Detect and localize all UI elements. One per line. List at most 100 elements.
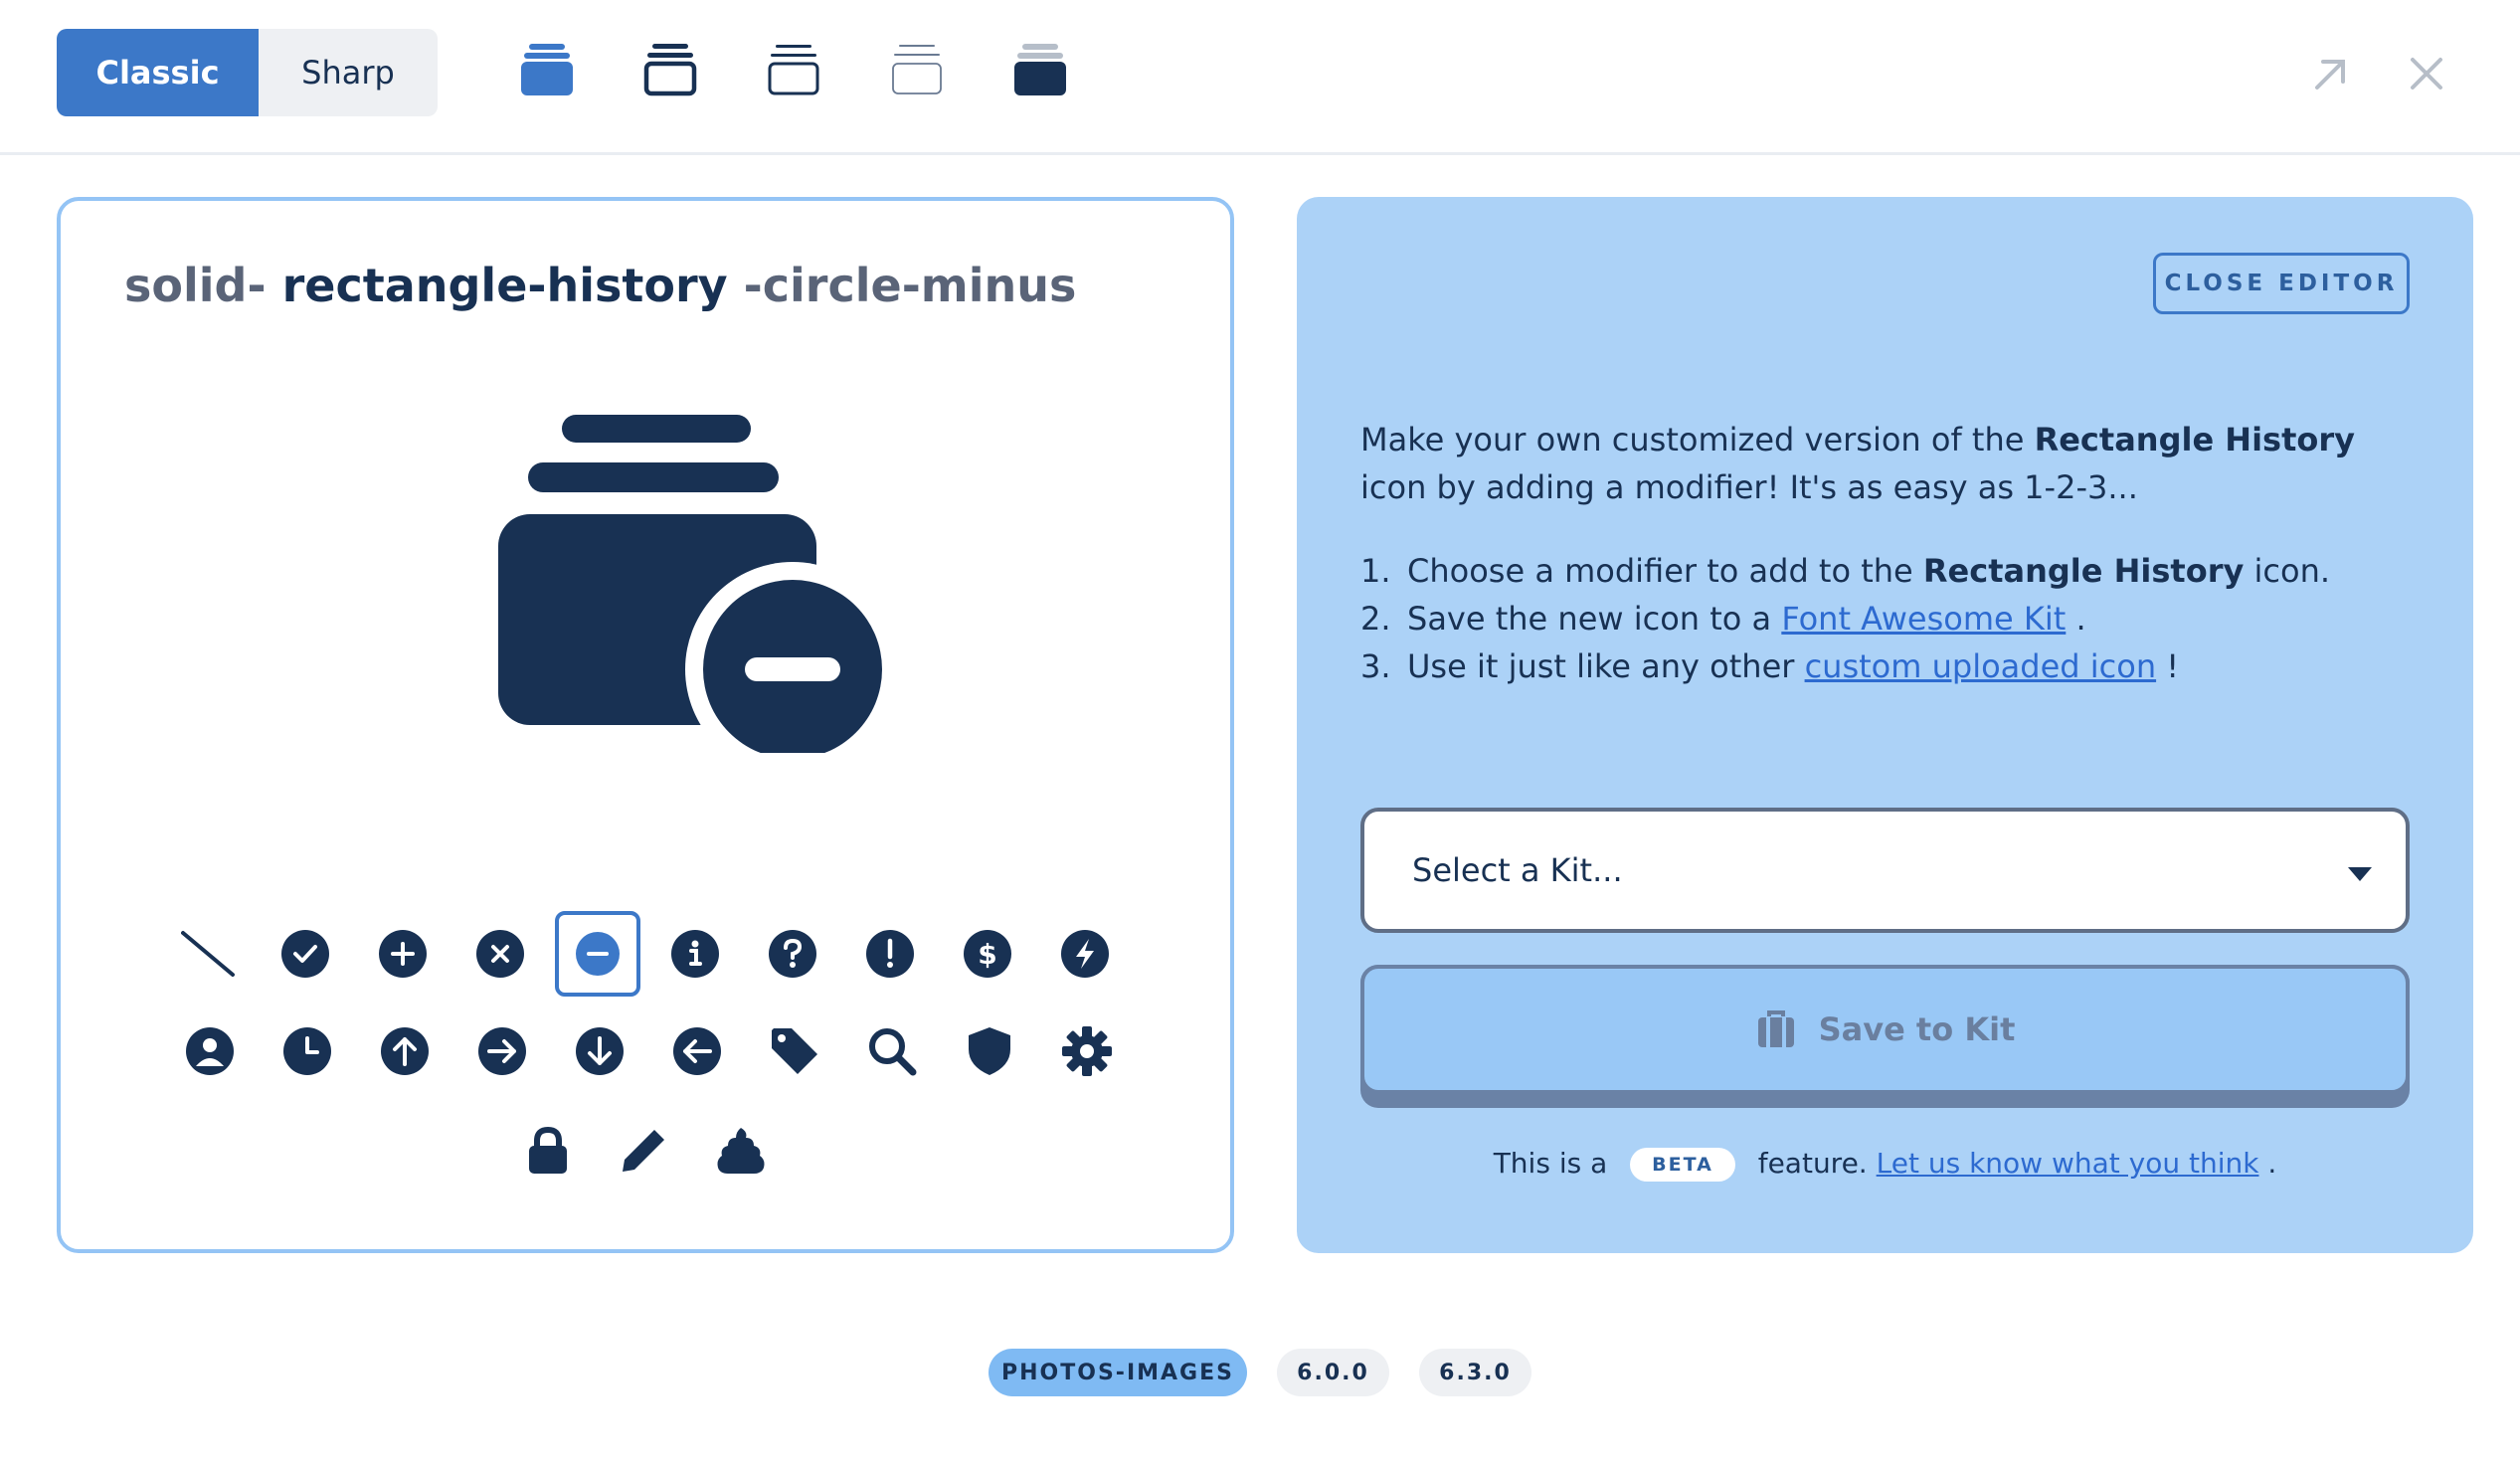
step-3-text-end: ! (2156, 647, 2180, 685)
modifier-circle-arrow-up[interactable] (362, 1008, 448, 1094)
rectangle-history-circle-minus-icon (498, 415, 900, 753)
icon-name-prefix: solid- (124, 259, 267, 312)
category-tag[interactable]: PHOTOS-IMAGES (989, 1349, 1247, 1396)
regular-style-icon[interactable] (640, 40, 700, 99)
circle-question-icon (769, 930, 816, 978)
intro-text-1: Make your own customized version of the (1360, 421, 2035, 458)
modifier-row-3 (61, 1108, 1230, 1197)
circle-bolt-icon (1061, 930, 1109, 978)
thin-style-icon[interactable] (887, 40, 947, 99)
circle-dollar-icon: $ (964, 930, 1011, 978)
version-updated-tag[interactable]: 6.3.0 (1419, 1349, 1531, 1396)
feedback-link[interactable]: Let us know what you think (1877, 1147, 2259, 1180)
step-3-text: Use it just like any other (1407, 647, 1805, 685)
step-1-text-end: icon. (2244, 552, 2331, 590)
modifier-circle-arrow-left[interactable] (654, 1008, 740, 1094)
beta-suffix: . (2258, 1147, 2277, 1180)
circle-user-icon (186, 1027, 234, 1075)
circle-arrow-up-icon (381, 1027, 429, 1075)
suitcase-icon (1757, 1010, 1794, 1047)
gear-icon (1062, 1026, 1112, 1076)
modifier-circle-check[interactable] (263, 911, 348, 997)
modifier-circle-dollar[interactable]: $ (945, 911, 1030, 997)
circle-info-icon (671, 930, 719, 978)
kit-select-dropdown[interactable]: Select a Kit... (1360, 808, 2410, 933)
modifier-tag[interactable] (752, 1008, 837, 1094)
modifier-row-1: $ (61, 911, 1230, 1001)
modifier-circle-plus[interactable] (360, 911, 446, 997)
icon-name-title: solid- rectangle-history -circle-minus (124, 259, 1076, 312)
icon-tags: PHOTOS-IMAGES 6.0.0 6.3.0 (0, 1349, 2520, 1396)
circle-arrow-left-icon (673, 1027, 721, 1075)
circle-arrow-down-icon (576, 1027, 624, 1075)
clock-icon (283, 1027, 331, 1075)
solid-style-icon[interactable] (517, 40, 577, 99)
icon-preview-panel: solid- rectangle-history -circle-minus $ (57, 197, 1234, 1253)
save-to-kit-button[interactable]: Save to Kit (1360, 965, 2410, 1108)
family-toggle: Classic Sharp (57, 29, 438, 116)
circle-exclamation-icon (866, 930, 914, 978)
editor-intro: Make your own customized version of the … (1360, 416, 2415, 511)
open-in-new-icon[interactable] (2307, 50, 2355, 97)
slash-icon (181, 931, 235, 977)
circle-arrow-right-icon (478, 1027, 526, 1075)
tag-icon (772, 1028, 817, 1074)
step-1-text: Choose a modifier to add to the (1407, 552, 1923, 590)
poo-icon (717, 1128, 765, 1174)
modifier-circle-minus[interactable] (555, 911, 640, 997)
light-style-icon[interactable] (764, 40, 823, 99)
font-awesome-kit-link[interactable]: Font Awesome Kit (1781, 600, 2066, 638)
beta-middle: feature. (1757, 1147, 1868, 1180)
modifier-lock[interactable] (505, 1108, 591, 1193)
top-bar: Classic Sharp (0, 0, 2520, 155)
save-to-kit-face: Save to Kit (1360, 965, 2410, 1094)
beta-prefix: This is a (1493, 1147, 1608, 1180)
kit-select-placeholder: Select a Kit... (1412, 851, 1623, 889)
pencil-icon (623, 1130, 664, 1172)
modifier-shield[interactable] (947, 1008, 1032, 1094)
modifier-circle-arrow-down[interactable] (557, 1008, 642, 1094)
modifier-circle-xmark[interactable] (457, 911, 543, 997)
icon-name-base: rectangle-history (281, 259, 728, 312)
step-3: 3. Use it just like any other custom upl… (1360, 642, 2415, 690)
modifier-pencil[interactable] (601, 1108, 686, 1193)
modifier-poo[interactable] (698, 1108, 784, 1193)
step-1-icon-name: Rectangle History (1922, 552, 2245, 590)
step-3-number: 3. (1360, 647, 1391, 685)
intro-icon-name: Rectangle History (2034, 421, 2355, 458)
modifier-circle-info[interactable] (652, 911, 738, 997)
modifier-gear[interactable] (1044, 1008, 1130, 1094)
modifier-clock[interactable] (265, 1008, 350, 1094)
family-sharp-button[interactable]: Sharp (259, 29, 438, 116)
close-editor-button[interactable]: CLOSE EDITOR (2153, 253, 2410, 314)
step-1: 1. Choose a modifier to add to the Recta… (1360, 547, 2415, 595)
modifier-circle-exclamation[interactable] (847, 911, 933, 997)
modifier-circle-question[interactable] (750, 911, 835, 997)
step-2-text: Save the new icon to a (1407, 600, 1782, 638)
custom-uploaded-icon-link[interactable]: custom uploaded icon (1805, 647, 2157, 685)
modifier-magnifying-glass[interactable] (849, 1008, 935, 1094)
icon-name-suffix: -circle-minus (743, 259, 1077, 312)
beta-feedback-line: This is a BETA feature. Let us know what… (1297, 1147, 2473, 1182)
modifier-circle-user[interactable] (167, 1008, 253, 1094)
duotone-style-icon[interactable] (1010, 40, 1070, 99)
circle-xmark-icon (476, 930, 524, 978)
step-2: 2. Save the new icon to a Font Awesome K… (1360, 595, 2415, 642)
modifier-row-2 (61, 1008, 1230, 1098)
editor-steps: 1. Choose a modifier to add to the Recta… (1360, 547, 2415, 690)
circle-minus-icon (576, 932, 620, 976)
close-icon[interactable] (2403, 50, 2450, 97)
step-1-number: 1. (1360, 552, 1391, 590)
lock-icon (529, 1126, 567, 1174)
modifier-circle-bolt[interactable] (1042, 911, 1128, 997)
modifier-slash[interactable] (165, 911, 251, 997)
intro-text-2: icon by adding a modifier! It's as easy … (1360, 468, 2138, 506)
step-2-number: 2. (1360, 600, 1391, 638)
family-classic-button[interactable]: Classic (57, 29, 259, 116)
version-added-tag[interactable]: 6.0.0 (1277, 1349, 1389, 1396)
save-to-kit-label: Save to Kit (1818, 1010, 2016, 1048)
shield-icon (969, 1027, 1010, 1075)
circle-check-icon (281, 930, 329, 978)
modifier-circle-arrow-right[interactable] (459, 1008, 545, 1094)
caret-down-icon (2348, 867, 2372, 881)
